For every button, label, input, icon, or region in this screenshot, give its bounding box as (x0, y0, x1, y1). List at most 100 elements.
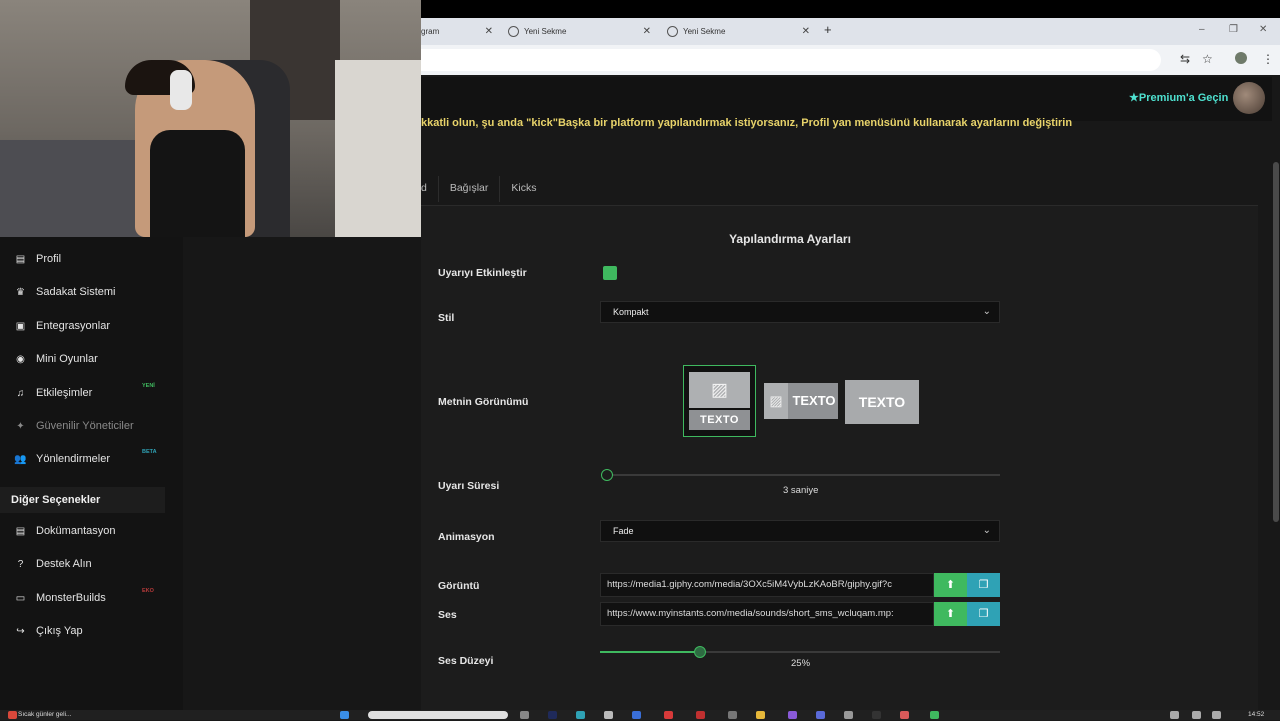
taskbar-app-icon[interactable] (816, 711, 825, 719)
document-icon: ▤ (15, 525, 26, 537)
sound-library-button[interactable]: ❐ (967, 602, 1000, 626)
bookmark-star-icon[interactable]: ☆ (1202, 52, 1213, 66)
taskbar-app-icon[interactable] (900, 711, 909, 719)
text-view-option-inline[interactable]: ▨ TEXTO (764, 383, 838, 419)
browser-tab[interactable]: gram ✕ (421, 18, 493, 45)
volume-label: Ses Düzeyi (438, 655, 494, 667)
volume-slider[interactable] (600, 651, 1000, 653)
avatar[interactable] (1233, 82, 1265, 114)
tray-icon[interactable] (1192, 711, 1201, 719)
sidebar-item-etkileşimler[interactable]: ♫ Etkileşimler (14, 387, 92, 399)
sidebar-item-label: Sadakat Sistemi (36, 286, 116, 298)
page-scrollbar[interactable] (1272, 77, 1280, 710)
sound-url-input[interactable]: https://www.myinstants.com/media/sounds/… (600, 602, 934, 626)
enable-checkbox[interactable] (603, 266, 617, 280)
browser-tab[interactable]: Yeni Sekme ✕ (667, 18, 810, 45)
taskbar-app-icon[interactable] (756, 711, 765, 719)
text-view-option-stacked[interactable]: ▨ TEXTO (683, 365, 756, 437)
maximize-button[interactable]: ❐ (1229, 24, 1238, 35)
integration-icon: ▣ (15, 320, 26, 332)
taskbar-app-icon[interactable] (632, 711, 641, 719)
gamepad-icon: ◉ (16, 353, 25, 365)
animation-select[interactable]: Fade ⌄ (600, 520, 1000, 542)
sidebar-item-entegrasyonlar[interactable]: ▣ Entegrasyonlar (14, 320, 110, 332)
handshake-icon: ✦ (16, 420, 25, 432)
volume-slider-fill (600, 651, 700, 653)
sidebar-item-monsterbuilds[interactable]: ▭ MonsterBuilds (14, 592, 106, 604)
taskbar-app-icon[interactable] (930, 711, 939, 719)
sidebar-item-label: Etkileşimler (36, 387, 93, 399)
windows-start-icon[interactable] (340, 711, 349, 719)
tab-partial[interactable]: d (421, 176, 438, 202)
tab-bagislar[interactable]: Bağışlar (437, 176, 500, 202)
image-upload-button[interactable]: ⬆ (934, 573, 967, 597)
info-banner: kkatli olun, şu anda "kick"Başka bir pla… (421, 117, 1073, 129)
sidebar-item-label: Destek Alın (36, 558, 92, 570)
translate-icon[interactable]: ⇆ (1180, 52, 1190, 66)
text-view-label: Metnin Görünümü (438, 396, 529, 408)
premium-label: Premium'a Geçin (1138, 92, 1229, 104)
sidebar-badge: BETA (142, 449, 157, 455)
scrollbar-thumb[interactable] (1273, 162, 1279, 522)
taskbar-app-icon[interactable] (788, 711, 797, 719)
close-icon[interactable]: ✕ (802, 26, 810, 37)
weather-icon[interactable] (8, 711, 17, 719)
tab-label: Yeni Sekme (683, 27, 726, 36)
sidebar-item-dokümantasyon[interactable]: ▤ Dokümantasyon (14, 525, 116, 537)
sidebar-item-sadakat-sistemi[interactable]: ♛ Sadakat Sistemi (14, 286, 115, 298)
sidebar-item-label: Yönlendirmeler (36, 453, 110, 465)
taskbar-search[interactable] (368, 711, 508, 719)
close-icon[interactable]: ✕ (485, 26, 493, 37)
taskbar-app-icon[interactable] (844, 711, 853, 719)
close-icon[interactable]: ✕ (643, 26, 651, 37)
sidebar-item-label: Çıkış Yap (36, 625, 83, 637)
duration-slider-thumb[interactable] (601, 469, 613, 481)
settings-title: Yapılandırma Ayarları (729, 232, 851, 246)
address-input[interactable] (421, 49, 1161, 71)
taskbar-app-icon[interactable] (604, 711, 613, 719)
taskbar-app-icon[interactable] (576, 711, 585, 719)
taskbar-app-icon[interactable] (548, 711, 557, 719)
new-tab-button[interactable]: + (824, 22, 832, 37)
menu-dots-icon[interactable]: ⋮ (1262, 52, 1274, 66)
browser-tab[interactable]: Yeni Sekme ✕ (508, 18, 651, 45)
taskbar-app-icon[interactable] (872, 711, 881, 719)
sidebar-item-çıkış-yap[interactable]: ↪ Çıkış Yap (14, 625, 83, 637)
taskbar-app-icon[interactable] (664, 711, 673, 719)
sidebar-badge: YENİ (142, 383, 155, 389)
image-library-button[interactable]: ❐ (967, 573, 1000, 597)
taskbar-weather[interactable]: Sıcak günler geli... (18, 711, 71, 718)
volume-value: 25% (791, 658, 811, 669)
volume-slider-thumb[interactable] (694, 646, 706, 658)
id-card-icon: ▤ (15, 253, 26, 265)
image-url-input[interactable]: https://media1.giphy.com/media/3OXc5iM4V… (600, 573, 934, 597)
chevron-down-icon: ⌄ (982, 306, 991, 317)
taskbar-app-icon[interactable] (728, 711, 737, 719)
sound-upload-button[interactable]: ⬆ (934, 602, 967, 626)
premium-link[interactable]: ★Premium'a Geçin (1129, 91, 1228, 104)
enable-label: Uyarıyı Etkinleştir (438, 267, 527, 279)
tray-icon[interactable] (1170, 711, 1179, 719)
sidebar-item-yönlendirmeler[interactable]: 👥 Yönlendirmeler (14, 453, 110, 465)
image-label: Görüntü (438, 580, 480, 592)
sidebar-item-profil[interactable]: ▤ Profil (14, 253, 61, 265)
text-view-option-overlay[interactable]: TEXTO (845, 380, 919, 424)
close-window-button[interactable]: ✕ (1259, 24, 1267, 35)
library-icon: ❐ (978, 608, 989, 620)
sidebar-item-güvenilir-yöneticiler[interactable]: ✦ Güvenilir Yöneticiler (14, 420, 133, 432)
sidebar-item-destek-alın[interactable]: ? Destek Alın (14, 558, 92, 570)
minimize-button[interactable]: – (1199, 24, 1205, 35)
tab-kicks[interactable]: Kicks (499, 176, 547, 202)
globe-icon (508, 26, 519, 37)
sidebar-item-mini-oyunlar[interactable]: ◉ Mini Oyunlar (14, 353, 98, 365)
tab-label: gram (421, 27, 440, 36)
taskbar-app-icon[interactable] (696, 711, 705, 719)
taskbar-app-icon[interactable] (520, 711, 529, 719)
animation-value: Fade (613, 526, 634, 536)
sidebar-item-label: Dokümantasyon (36, 525, 116, 537)
webcam-cabinet (335, 60, 421, 237)
style-select[interactable]: Kompakt ⌄ (600, 301, 1000, 323)
duration-slider[interactable] (607, 474, 1000, 476)
profile-avatar-icon[interactable] (1235, 52, 1247, 64)
tray-icon[interactable] (1212, 711, 1221, 719)
